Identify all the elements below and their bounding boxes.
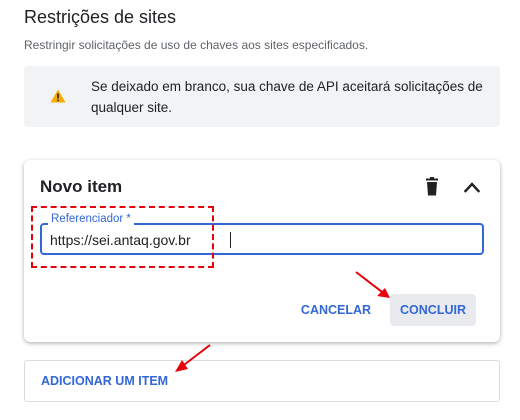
done-button[interactable]: CONCLUIR [390, 294, 476, 326]
referrer-field[interactable] [40, 223, 484, 255]
new-item-card: Novo item Referenciador * CANCELAR CONCL… [24, 160, 500, 342]
text-cursor [230, 232, 231, 248]
chevron-up-icon[interactable] [463, 179, 481, 195]
warning-icon [50, 89, 66, 103]
referrer-label: Referenciador * [48, 213, 134, 225]
warning-banner: Se deixado em branco, sua chave de API a… [24, 66, 500, 127]
cancel-button[interactable]: CANCELAR [296, 294, 376, 326]
add-item-bar: ADICIONAR UM ITEM [24, 360, 500, 402]
add-item-button[interactable]: ADICIONAR UM ITEM [41, 371, 168, 391]
warning-text: Se deixado em branco, sua chave de API a… [91, 79, 483, 115]
section-description: Restringir solicitações de uso de chaves… [24, 38, 369, 52]
card-title: Novo item [40, 177, 123, 196]
section-title: Restrições de sites [24, 7, 177, 27]
referrer-input[interactable] [50, 230, 470, 250]
delete-icon[interactable] [423, 177, 441, 197]
